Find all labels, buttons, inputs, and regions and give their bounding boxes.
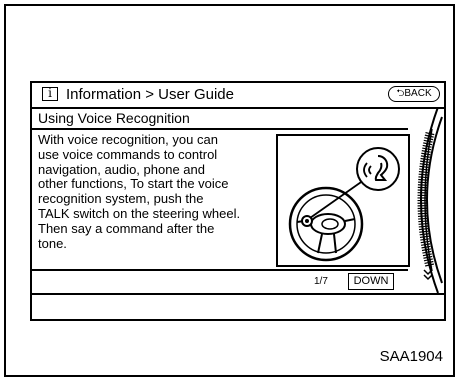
- figure-code: SAA1904: [379, 348, 443, 365]
- display-screen: i Information > User Guide ⮌BACK Using V…: [30, 81, 446, 321]
- status-bar: [32, 293, 444, 319]
- down-button[interactable]: DOWN: [348, 273, 394, 290]
- back-button-label: BACK: [404, 88, 432, 99]
- section-heading: Using Voice Recognition: [32, 107, 408, 130]
- title-bar: i Information > User Guide ⮌BACK: [32, 83, 444, 109]
- page-indicator: 1/7: [314, 276, 328, 287]
- guide-text-line: other functions, To start the voice: [38, 176, 229, 192]
- guide-text-line: Then say a command after the: [38, 220, 215, 236]
- info-icon: i: [42, 87, 58, 101]
- page-controls: 1/7 DOWN: [32, 269, 408, 293]
- steering-wheel-illustration: [276, 134, 410, 267]
- scroll-down-icon[interactable]: [423, 269, 433, 281]
- steering-wheel-icon: [288, 147, 400, 262]
- guide-text-line: recognition system, push the: [38, 191, 204, 207]
- section-title: Using Voice Recognition: [38, 110, 190, 126]
- scroll-indicator[interactable]: [408, 106, 444, 294]
- guide-text-line: TALK switch on the steering wheel.: [38, 205, 241, 221]
- guide-text-line: use voice commands to control: [38, 146, 218, 162]
- guide-text-line: tone.: [38, 235, 67, 251]
- back-button[interactable]: ⮌BACK: [388, 86, 440, 102]
- guide-text-line: navigation, audio, phone and: [38, 161, 205, 177]
- guide-text-line: With voice recognition, you can: [38, 132, 218, 147]
- voice-talk-icon: [356, 147, 400, 191]
- guide-text: With voice recognition, you can use voic…: [38, 132, 270, 251]
- breadcrumb-title: Information > User Guide: [66, 86, 234, 103]
- figure-frame: i Information > User Guide ⮌BACK Using V…: [4, 4, 455, 377]
